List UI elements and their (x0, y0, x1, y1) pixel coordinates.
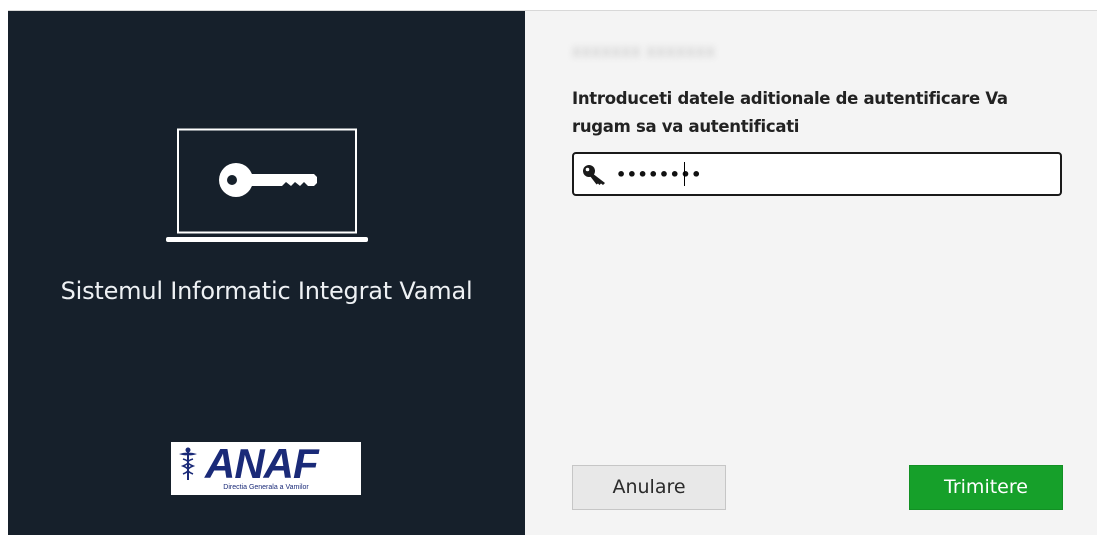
logo-text: ANAF (205, 440, 319, 487)
logo-subtitle: Directia Generala a Vamilor (223, 484, 309, 491)
text-caret (684, 162, 685, 186)
password-field[interactable] (572, 152, 1062, 196)
laptop-key-icon (166, 128, 368, 242)
branding-panel: Sistemul Informatic Integrat Vamal ANAF … (8, 11, 525, 535)
authentication-panel: XXXXXXX XXXXXXX Introduceti datele aditi… (525, 11, 1097, 535)
submit-button[interactable]: Trimitere (909, 465, 1063, 510)
blurred-username: XXXXXXX XXXXXXX (572, 46, 716, 61)
login-dialog: Sistemul Informatic Integrat Vamal ANAF … (8, 10, 1097, 535)
cancel-button[interactable]: Anulare (572, 465, 726, 510)
caduceus-icon (179, 447, 197, 480)
system-title: Sistemul Informatic Integrat Vamal (60, 277, 473, 305)
key-icon (583, 165, 605, 185)
auth-prompt-text: Introduceti datele aditionale de autenti… (572, 89, 1008, 136)
anaf-logo: ANAF Directia Generala a Vamilor (171, 442, 361, 495)
password-input[interactable] (616, 160, 1046, 188)
